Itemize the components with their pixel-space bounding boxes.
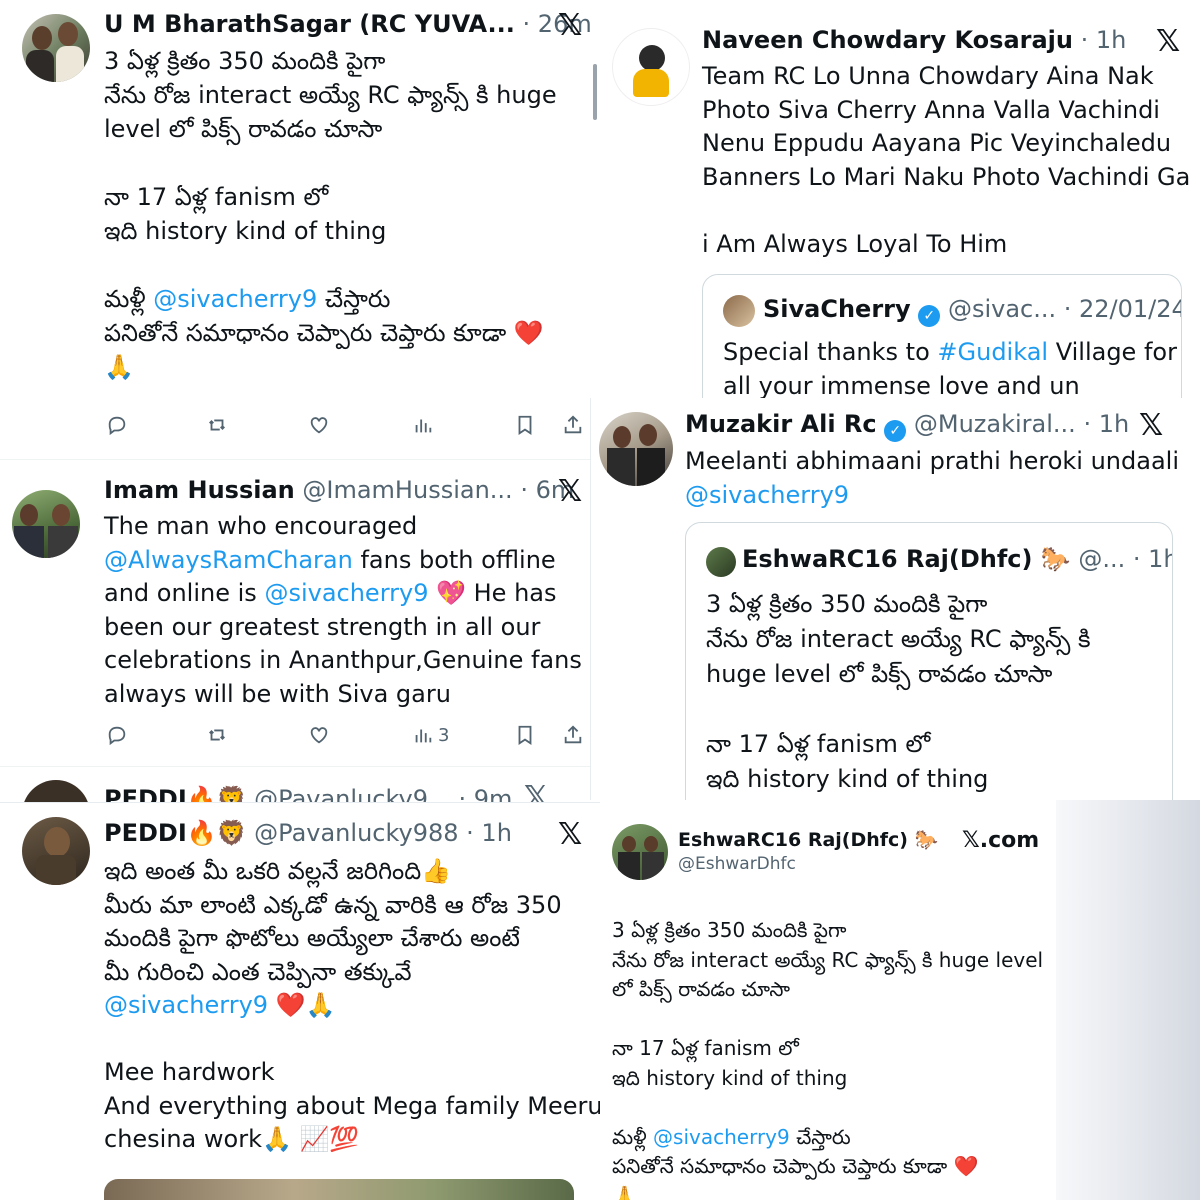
avatar[interactable] xyxy=(12,490,80,558)
author-name[interactable]: Muzakir Ali Rc xyxy=(685,410,877,438)
quoted-text: Special thanks to #Gudikal Village for a… xyxy=(723,338,1177,398)
hashtag-link[interactable]: #Gudikal xyxy=(937,338,1048,366)
author-handle[interactable]: @ImamHussian... xyxy=(302,476,512,504)
quoted-tweet[interactable]: EshwaRC16 Raj(Dhfc) 🐎 @... · 1h 3 ఏళ్ల క… xyxy=(685,522,1173,800)
timestamp[interactable]: · 1h xyxy=(466,819,512,847)
author-name[interactable]: Naveen Chowdary Kosaraju xyxy=(702,26,1073,54)
x-logo-icon: 𝕏 xyxy=(1156,24,1181,59)
share-icon[interactable] xyxy=(562,724,584,746)
bookmark-icon[interactable] xyxy=(514,724,536,746)
share-icon[interactable] xyxy=(562,414,584,436)
author-name[interactable]: Imam Hussian xyxy=(104,476,295,504)
quoted-author-handle: @sivac... xyxy=(947,295,1057,323)
x-logo-icon: 𝕏 xyxy=(524,780,549,802)
views-icon[interactable] xyxy=(412,414,434,436)
avatar xyxy=(706,547,736,577)
quoted-tweet[interactable]: SivaCherry ✓ @sivac... · 22/01/24 Specia… xyxy=(702,274,1182,398)
divider xyxy=(0,766,600,767)
views-count: 3 xyxy=(438,724,450,746)
reply-icon[interactable] xyxy=(106,414,128,436)
timestamp[interactable]: · 9m xyxy=(459,785,513,802)
background-gradient xyxy=(1056,800,1200,1200)
quoted-author-name: SivaCherry xyxy=(763,295,911,323)
mention-link[interactable]: @AlwaysRamCharan xyxy=(104,546,353,574)
quoted-author-name: EshwaRC16 Raj(Dhfc) 🐎 xyxy=(742,545,1071,573)
x-logo-icon: 𝕏 xyxy=(558,474,583,509)
mention-link[interactable]: @sivacherry9 xyxy=(153,285,317,313)
author-handle[interactable]: @EshwarDhfc xyxy=(678,854,796,874)
tweet-imam-hussian[interactable]: Imam Hussian @ImamHussian... · 6m 𝕏 The … xyxy=(0,460,600,802)
verified-badge-icon: ✓ xyxy=(884,420,907,442)
author-handle[interactable]: @Pavanlucky9... xyxy=(254,785,451,802)
quoted-timestamp: · 1h xyxy=(1132,545,1172,573)
scrollbar[interactable] xyxy=(593,64,597,120)
tweet-naveen-chowdary[interactable]: Naveen Chowdary Kosaraju · 1h 𝕏 Team RC … xyxy=(600,0,1200,398)
tweet-text: The man who encouraged @AlwaysRamCharan … xyxy=(104,512,582,708)
avatar[interactable] xyxy=(22,14,90,82)
tweet-screenshot-card[interactable]: EshwaRC16 Raj(Dhfc) 🐎 @EshwarDhfc 𝕏.com … xyxy=(600,800,1056,1200)
tweet-text: Team RC Lo Unna Chowdary Aina Nak Photo … xyxy=(702,62,1191,258)
tweet-text: 3 ఏళ్ల క్రితం 350 మందికి పైగా నేను రోజ i… xyxy=(612,918,1044,1200)
avatar[interactable] xyxy=(22,817,90,885)
x-logo-icon: 𝕏 xyxy=(558,817,583,852)
quoted-text: 3 ఏళ్ల క్రితం 350 మందికి పైగా నేను రోజ i… xyxy=(706,590,1091,793)
avatar[interactable] xyxy=(22,780,90,802)
avatar[interactable] xyxy=(612,824,668,880)
author-handle[interactable]: @Muzakiral... xyxy=(914,410,1076,438)
retweet-icon[interactable] xyxy=(206,724,228,746)
tweet-peddi[interactable]: PEDDI🔥🦁 @Pavanlucky988 · 1h 𝕏 ఇది అంత మీ… xyxy=(0,802,600,1200)
author-name[interactable]: PEDDI🔥🦁 xyxy=(104,819,247,847)
mention-link[interactable]: @sivacherry9 xyxy=(685,478,1185,512)
timestamp[interactable]: · 1h xyxy=(1081,26,1127,54)
bookmark-icon[interactable] xyxy=(514,414,536,436)
quoted-author-handle: @... xyxy=(1078,545,1126,573)
mention-link[interactable]: @sivacherry9 xyxy=(653,1125,790,1149)
avatar xyxy=(723,295,755,327)
tweet-text: Meelanti abhimaani prathi heroki undaali… xyxy=(685,444,1185,512)
timestamp[interactable]: · 1h xyxy=(1083,410,1129,438)
verified-badge-icon: ✓ xyxy=(918,305,941,327)
tweet-text: ఇది అంత మీ ఒకరి వల్లనే జరిగింది👍 మీరు మా… xyxy=(104,857,600,1153)
avatar[interactable] xyxy=(612,28,690,106)
author-handle[interactable]: @Pavanlucky988 xyxy=(254,819,458,847)
author-name[interactable]: EshwaRC16 Raj(Dhfc) 🐎 xyxy=(678,829,938,851)
quoted-timestamp: · 22/01/24 xyxy=(1063,295,1182,323)
tweet-media-image[interactable] xyxy=(104,1179,574,1200)
author-name[interactable]: U M BharathSagar (RC YUVA... xyxy=(104,10,515,38)
tweet-muzakir-ali[interactable]: Muzakir Ali Rc ✓ @Muzakiral... · 1h 𝕏 Me… xyxy=(590,398,1200,800)
tweet-bharathsagar[interactable]: U M BharathSagar (RC YUVA... · 26m 𝕏 3 ఏ… xyxy=(0,0,600,460)
mention-link[interactable]: @sivacherry9 xyxy=(104,991,268,1019)
tweet-text: 3 ఏళ్ల క్రితం 350 మందికి పైగా నేను రోజ i… xyxy=(104,47,557,381)
retweet-icon[interactable] xyxy=(206,414,228,436)
x-logo-icon: 𝕏 xyxy=(1139,408,1164,443)
avatar[interactable] xyxy=(599,412,673,486)
x-com-brand: 𝕏.com xyxy=(962,828,1040,853)
like-icon[interactable] xyxy=(308,724,330,746)
x-logo-icon: 𝕏 xyxy=(558,8,583,43)
author-name[interactable]: PEDDI🔥🦁 xyxy=(104,785,247,802)
reply-icon[interactable] xyxy=(106,724,128,746)
like-icon[interactable] xyxy=(308,414,330,436)
mention-link[interactable]: @sivacherry9 xyxy=(264,579,428,607)
views-icon[interactable]: 3 xyxy=(412,724,449,746)
